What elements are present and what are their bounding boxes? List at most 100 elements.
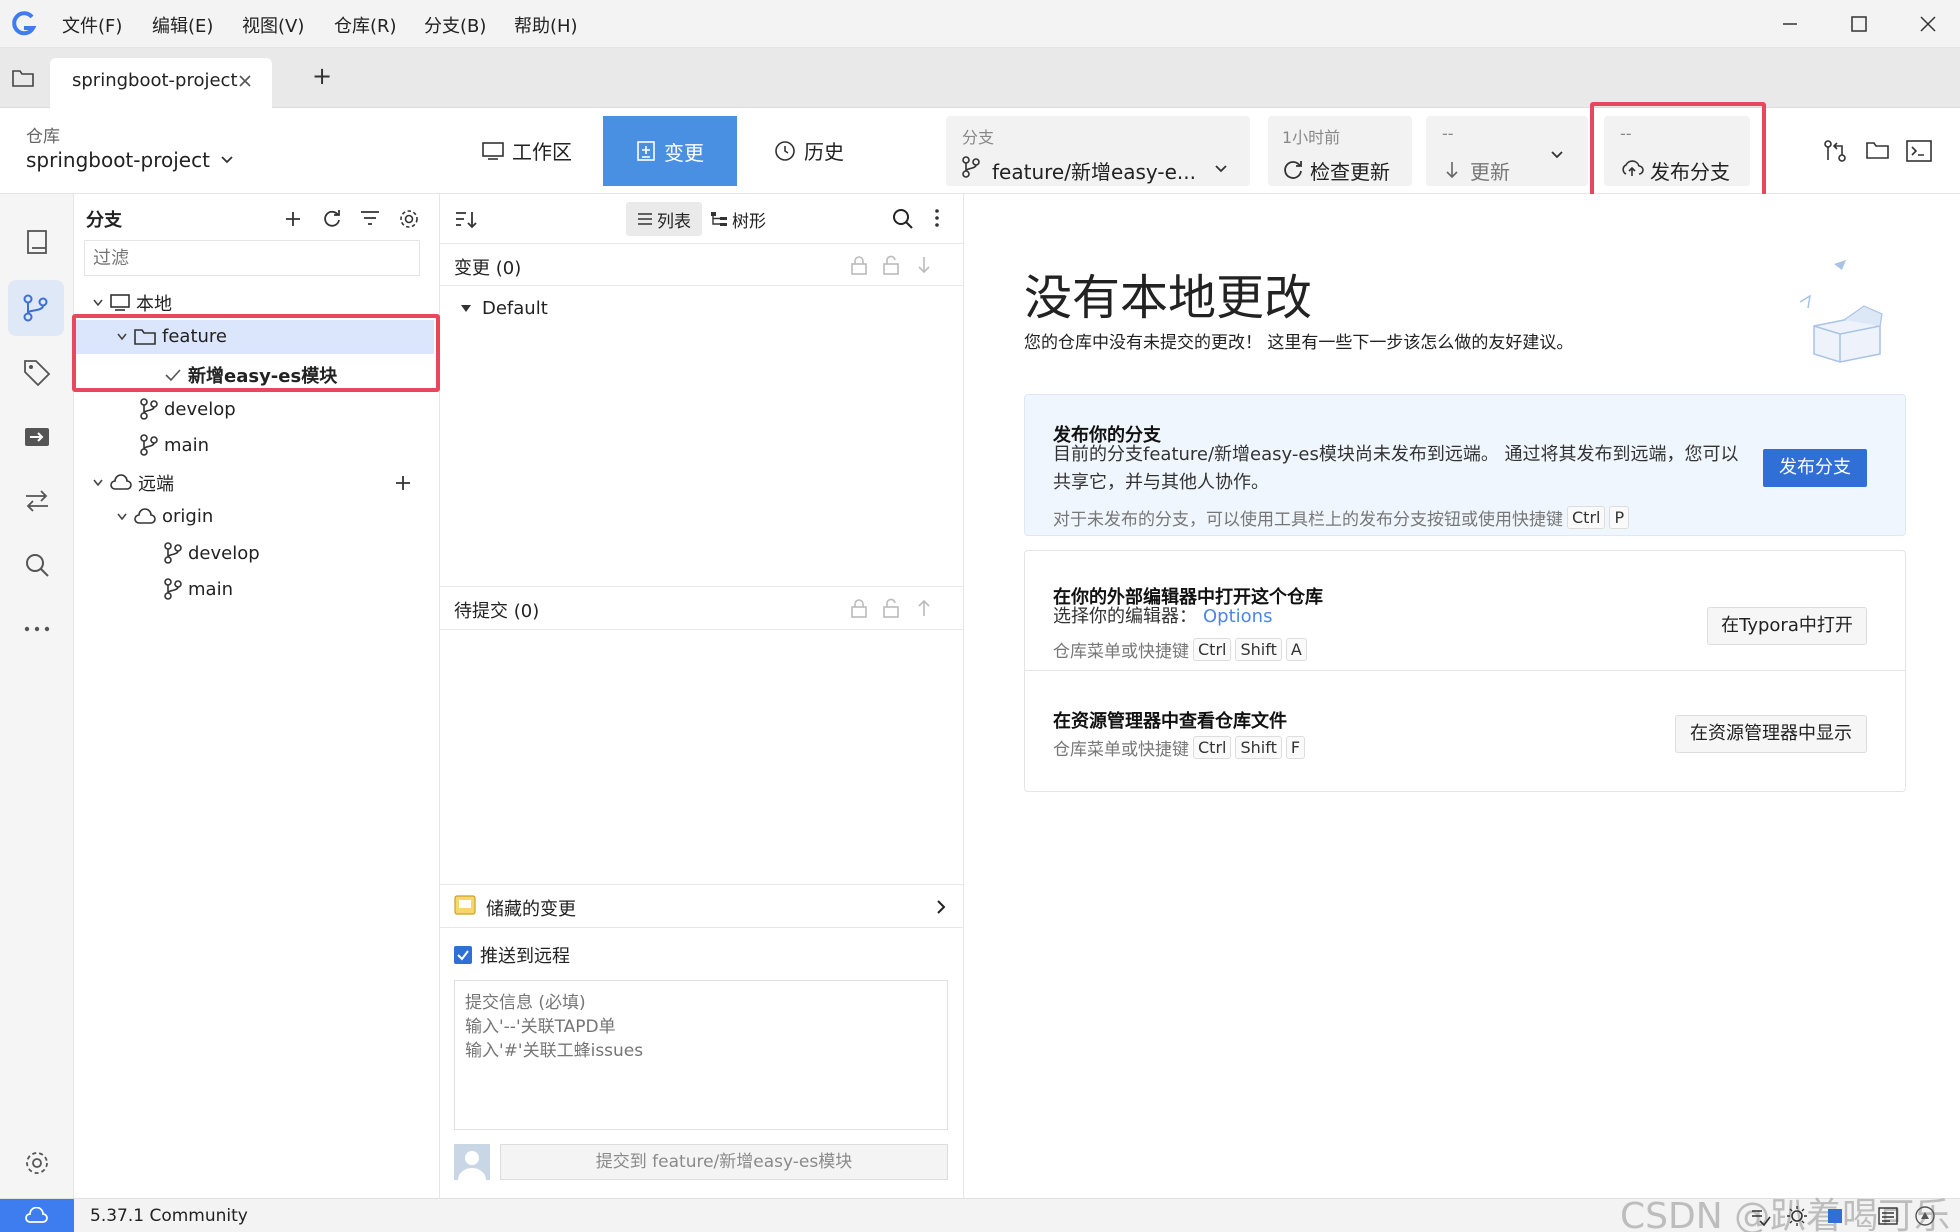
view-tree-button[interactable]: 树形 [710,202,766,236]
spellcheck-icon[interactable] [1750,1207,1772,1227]
commit-button[interactable]: 提交到 feature/新增easy-es模块 [500,1144,948,1180]
tree-remote-main[interactable]: main [164,578,233,600]
publish-branch-button[interactable]: 发布分支 [1763,449,1867,487]
tab-workspace-label: 工作区 [512,140,572,164]
branch-icon [164,578,182,600]
layout-icon[interactable] [1826,1207,1844,1225]
repository-icon[interactable] [22,228,52,258]
unstage-up-icon[interactable] [916,598,932,618]
more-icon[interactable] [22,614,52,644]
filter-icon[interactable] [360,210,380,226]
folder-icon [134,328,156,346]
tree-remote-main-label: main [188,578,233,600]
publish-branch-toolbar-button[interactable]: -- 发布分支 [1604,116,1750,186]
tab-springboot-project[interactable]: springboot-project [50,58,272,108]
search-icon[interactable] [22,550,52,580]
unlock-icon[interactable] [882,255,900,275]
terminal-icon[interactable] [1906,140,1932,162]
search-icon[interactable] [892,208,914,230]
tab-workspace[interactable]: 工作区 [482,136,572,165]
cloud-status[interactable] [0,1199,74,1232]
theme-sun-icon[interactable] [1786,1205,1808,1227]
editor-options-link[interactable]: Options [1203,603,1272,631]
tab-close-icon[interactable] [238,74,252,88]
new-tab-button[interactable]: + [312,62,332,90]
unlock-icon[interactable] [882,598,900,618]
add-remote-icon[interactable] [394,474,412,492]
tree-develop-label: develop [164,398,236,420]
stage-down-icon[interactable] [916,255,932,275]
changes-panel: 列表 树形 变更 (0) Default 待提交 (0) 储藏的变更 推送到远程… [440,194,964,1198]
tree-main[interactable]: main [140,434,209,456]
push-remote-label: 推送到远程 [480,946,570,967]
tree-origin[interactable]: origin [116,506,213,527]
push-remote-toggle[interactable]: 推送到远程 [454,942,570,968]
open-in-typora-button[interactable]: 在Typora中打开 [1707,607,1867,645]
view-list-button[interactable]: 列表 [626,202,702,236]
compare-arrows-icon[interactable] [22,486,52,516]
folder-icon[interactable] [12,68,34,88]
close-window-icon[interactable] [1916,12,1940,36]
menu-repository[interactable]: 仓库(R) [334,12,397,38]
kbd-ctrl: Ctrl [1193,736,1232,759]
lock-icon[interactable] [850,598,868,618]
repo-selector[interactable]: springboot-project [26,148,234,172]
tree-feature-folder[interactable]: feature [116,326,227,347]
tree-current-branch[interactable]: 新增easy-es模块 [164,362,337,388]
maximize-icon[interactable] [1847,12,1871,36]
show-in-explorer-button[interactable]: 在资源管理器中显示 [1675,715,1867,753]
tree-feature-label: feature [162,326,227,347]
changes-icon [636,140,656,162]
open-folder-icon[interactable] [1866,140,1890,160]
lock-icon[interactable] [850,255,868,275]
fetch-button[interactable]: 1小时前 检查更新 [1268,116,1412,186]
default-group[interactable]: Default [460,298,548,319]
notes-icon[interactable] [1878,1207,1898,1225]
tag-icon[interactable] [22,358,52,388]
chevron-down-icon[interactable] [1550,150,1564,160]
settings-gear-icon[interactable] [22,1148,52,1178]
tree-remote-develop[interactable]: develop [164,542,260,564]
tree-local[interactable]: 本地 [92,290,172,316]
stash-row[interactable]: 储藏的变更 [440,884,964,928]
publish-card-hint: 对于未发布的分支，可以使用工具栏上的发布分支按钮或使用快捷键 Ctrl P [1053,505,1630,530]
chevron-down-icon [220,155,234,165]
tree-develop[interactable]: develop [140,398,236,420]
branch-selector[interactable]: 分支 feature/新增easy-e... [946,116,1250,186]
kbd-shift: Shift [1235,638,1282,661]
branch-label: 分支 [962,128,995,147]
tab-strip: springboot-project + [0,48,1960,108]
notification-icon[interactable] [1914,1205,1936,1227]
explorer-hint-text: 仓库菜单或快捷键 [1053,740,1189,760]
more-vertical-icon[interactable] [934,208,940,228]
menu-edit[interactable]: 编辑(E) [152,12,213,38]
branches-nav-active[interactable] [8,280,64,336]
sort-icon[interactable] [454,210,478,230]
branch-icon [140,398,158,420]
tab-history[interactable]: 历史 [774,136,844,165]
menu-file[interactable]: 文件(F) [62,12,122,38]
kbd-a: A [1285,638,1307,661]
tab-changes[interactable]: 变更 [603,116,737,186]
explorer-card: 在资源管理器中查看仓库文件 仓库菜单或快捷键 Ctrl Shift F 在资源管… [1024,670,1906,792]
menu-branch[interactable]: 分支(B) [424,12,486,38]
title-bar: 文件(F) 编辑(E) 视图(V) 仓库(R) 分支(B) 帮助(H) [0,0,1960,48]
chevron-right-icon [936,899,946,915]
pull-request-icon[interactable] [1824,140,1846,162]
refresh-branches-icon[interactable] [322,208,342,228]
submodule-icon[interactable] [22,422,52,452]
pull-label: 更新 [1470,160,1510,184]
branch-panel-title: 分支 [86,210,122,231]
branch-settings-gear-icon[interactable] [398,208,420,230]
tree-remote[interactable]: 远端 [92,470,174,496]
minimize-icon[interactable] [1778,12,1802,36]
add-branch-icon[interactable] [284,210,302,228]
pull-button[interactable]: -- 更新 [1426,116,1588,186]
menu-help[interactable]: 帮助(H) [514,12,578,38]
commit-message-input[interactable] [454,980,948,1130]
arrow-down-icon [1444,160,1460,180]
checkbox-checked-icon[interactable] [454,946,472,964]
page-title: 没有本地更改 [1024,270,1313,326]
branch-filter-input[interactable] [84,240,420,276]
menu-view[interactable]: 视图(V) [242,12,304,38]
